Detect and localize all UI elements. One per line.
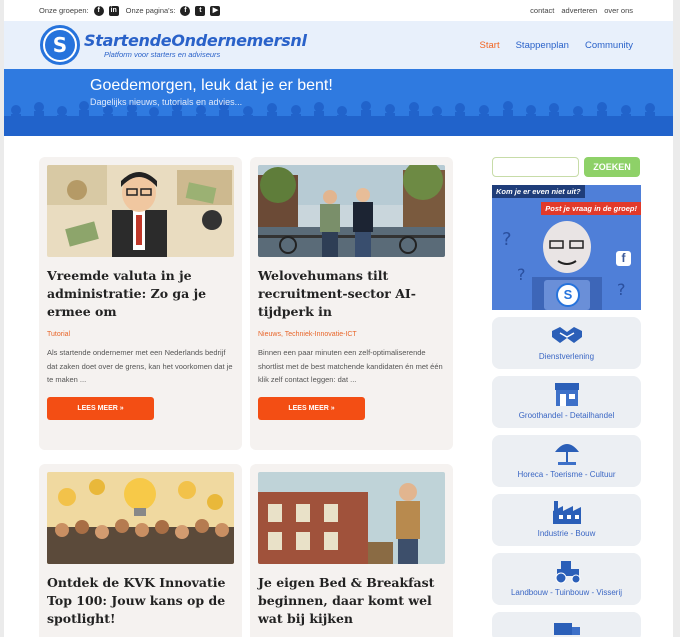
category-label: Groothandel - Detailhandel xyxy=(518,411,615,420)
logo-name: StartendeOndernemersnl xyxy=(84,31,307,50)
category-label: Industrie - Bouw xyxy=(537,529,596,538)
category-label: Dienstverlening xyxy=(538,352,595,361)
banner-subtitle: Dagelijks nieuws, tutorials en advies... xyxy=(90,97,243,107)
site-header: S StartendeOndernemersnl Platform voor s… xyxy=(4,21,673,69)
article-image-recruitment[interactable] xyxy=(258,165,445,257)
page: Onze groepen: f in Onze pagina's: f t ▶ … xyxy=(4,0,673,637)
category-label: Landbouw - Tuinbouw - Visserij xyxy=(510,588,623,597)
twitter-page-icon[interactable]: t xyxy=(195,5,206,16)
youtube-page-icon[interactable]: ▶ xyxy=(210,5,221,16)
article-excerpt: Binnen een paar minuten een zelf-optimal… xyxy=(258,348,443,384)
groups-label: Onze groepen: xyxy=(39,6,89,15)
facebook-icon: f xyxy=(616,251,631,266)
nav-stappenplan[interactable]: Stappenplan xyxy=(516,40,569,51)
promo-line-2: Post je vraag in de groep! xyxy=(541,202,641,215)
nav-community[interactable]: Community xyxy=(585,40,633,51)
pages-label: Onze pagina's: xyxy=(125,6,176,15)
beach-umbrella-icon xyxy=(492,439,641,467)
article-card: Vreemde valuta in je administratie: Zo g… xyxy=(39,157,242,450)
article-title[interactable]: Welovehumans tilt recruitment-sector AI-… xyxy=(258,267,445,321)
article-image-innovation[interactable] xyxy=(47,472,234,564)
read-more-button[interactable]: LEES MEER » xyxy=(258,396,365,420)
article-card: Je eigen Bed & Breakfast beginnen, daar … xyxy=(250,464,453,637)
top-bar: Onze groepen: f in Onze pagina's: f t ▶ … xyxy=(4,0,673,21)
article-card: Ontdek de KVK Innovatie Top 100: Jouw ka… xyxy=(39,464,242,637)
article-category[interactable]: Tutorial xyxy=(47,331,234,338)
logo-badge-letter: S xyxy=(45,30,75,60)
search-button[interactable]: ZOEKEN xyxy=(584,157,640,177)
svg-text:?: ? xyxy=(502,229,512,250)
article-excerpt: Als startende ondernemer met een Nederla… xyxy=(47,348,233,384)
category-industrie[interactable]: Industrie - Bouw xyxy=(492,494,641,546)
category-dienstverlening[interactable]: Dienstverlening xyxy=(492,317,641,369)
search-form: ZOEKEN xyxy=(492,157,642,177)
article-image-bnb[interactable] xyxy=(258,472,445,564)
article-image-currency[interactable] xyxy=(47,165,234,257)
category-horeca[interactable]: Horeca - Toerisme - Cultuur xyxy=(492,435,641,487)
community-promo[interactable]: ? ? ? Kom je er even niet uit? Post je v… xyxy=(492,185,641,310)
logo-badge-icon[interactable]: S xyxy=(40,25,80,65)
category-groothandel[interactable]: Groothandel - Detailhandel xyxy=(492,376,641,428)
topbar-link-contact[interactable]: contact xyxy=(530,6,554,15)
article-title[interactable]: Je eigen Bed & Breakfast beginnen, daar … xyxy=(258,574,445,628)
facebook-group-icon[interactable]: f xyxy=(93,5,104,16)
sidebar: ZOEKEN ? ? ? Kom je er even niet uit? Po… xyxy=(492,157,642,637)
promo-line-1: Kom je er even niet uit? xyxy=(492,185,585,198)
factory-icon xyxy=(492,498,641,526)
category-next[interactable] xyxy=(492,612,641,637)
facebook-page-icon[interactable]: f xyxy=(180,5,191,16)
svg-text:?: ? xyxy=(517,265,526,284)
tractor-icon xyxy=(492,557,641,585)
hero-banner: Goedemorgen, leuk dat je er bent! Dageli… xyxy=(4,69,673,136)
linkedin-group-icon[interactable]: in xyxy=(108,5,119,16)
logo[interactable]: StartendeOndernemersnl Platform voor sta… xyxy=(84,31,307,59)
svg-text:?: ? xyxy=(617,280,626,299)
main-nav: Start Stappenplan Community xyxy=(480,21,633,69)
read-more-button[interactable]: LEES MEER » xyxy=(47,396,154,420)
topbar-link-adverteren[interactable]: adverteren xyxy=(561,6,597,15)
banner-greeting: Goedemorgen, leuk dat je er bent! xyxy=(90,77,333,94)
article-title[interactable]: Ontdek de KVK Innovatie Top 100: Jouw ka… xyxy=(47,574,234,628)
nav-start[interactable]: Start xyxy=(480,40,500,51)
shop-icon xyxy=(492,380,641,408)
search-input[interactable] xyxy=(492,157,579,177)
article-card: Welovehumans tilt recruitment-sector AI-… xyxy=(250,157,453,450)
topbar-link-over-ons[interactable]: over ons xyxy=(604,6,633,15)
logo-tagline: Platform voor starters en adviseurs xyxy=(104,50,221,59)
article-category[interactable]: Nieuws, Techniek-Innovatie-ICT xyxy=(258,331,445,338)
promo-badge-icon: S xyxy=(556,283,580,307)
handshake-icon xyxy=(492,321,641,349)
truck-icon xyxy=(492,616,641,637)
category-label: Horeca - Toerisme - Cultuur xyxy=(517,470,616,479)
article-title[interactable]: Vreemde valuta in je administratie: Zo g… xyxy=(47,267,234,321)
category-landbouw[interactable]: Landbouw - Tuinbouw - Visserij xyxy=(492,553,641,605)
